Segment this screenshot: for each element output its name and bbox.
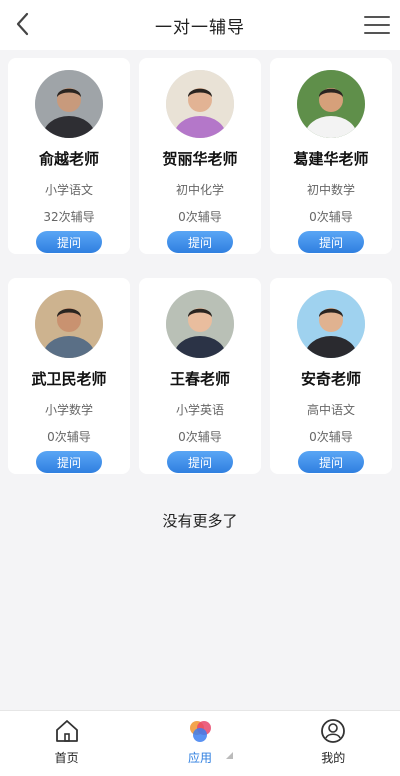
tutoring-count: 0次辅导: [309, 430, 353, 444]
teacher-avatar: [166, 290, 234, 358]
teacher-avatar: [297, 290, 365, 358]
teacher-avatar: [35, 70, 103, 138]
teacher-card[interactable]: 武卫民老师 小学数学 0次辅导 提问: [8, 278, 130, 474]
top-bar: 一对一辅导: [0, 0, 400, 50]
page-title: 一对一辅导: [155, 17, 245, 38]
home-icon: [53, 717, 81, 745]
bottom-tab-bar: 首页 应用 我的: [0, 710, 400, 776]
ask-question-button[interactable]: 提问: [298, 231, 364, 253]
teacher-subject: 小学数学: [44, 403, 93, 417]
teacher-card[interactable]: 俞越老师 小学语文 32次辅导 提问: [8, 58, 130, 254]
teacher-name: 安奇老师: [300, 370, 361, 388]
ask-question-button[interactable]: 提问: [167, 451, 233, 473]
tab-home-label: 首页: [54, 751, 79, 765]
teacher-subject: 小学语文: [44, 183, 93, 197]
no-more-text: 没有更多了: [162, 512, 238, 530]
teacher-card[interactable]: 贺丽华老师 初中化学 0次辅导 提问: [139, 58, 261, 254]
chevron-left-icon: [16, 12, 29, 36]
user-icon: [319, 717, 347, 745]
tab-apps-label: 应用: [187, 751, 212, 765]
menu-button[interactable]: [364, 12, 390, 38]
teacher-grid: 俞越老师 小学语文 32次辅导 提问 贺丽华老师 初中化学 0次辅导 提问 葛建…: [8, 58, 392, 474]
ask-question-button[interactable]: 提问: [298, 451, 364, 473]
ask-question-button[interactable]: 提问: [36, 231, 102, 253]
tutoring-count: 0次辅导: [47, 430, 91, 444]
tab-apps[interactable]: 应用: [150, 711, 250, 766]
teacher-avatar: [166, 70, 234, 138]
tab-mine[interactable]: 我的: [283, 711, 383, 766]
tutoring-count: 32次辅导: [43, 210, 95, 224]
tab-mine-label: 我的: [321, 751, 346, 765]
corner-triangle: [226, 752, 233, 759]
tab-home[interactable]: 首页: [17, 711, 117, 766]
teacher-card[interactable]: 安奇老师 高中语文 0次辅导 提问: [270, 278, 392, 474]
tutoring-count: 0次辅导: [309, 210, 353, 224]
teacher-name: 武卫民老师: [31, 370, 107, 388]
teacher-name: 王春老师: [169, 370, 230, 388]
teacher-avatar: [297, 70, 365, 138]
teacher-subject: 初中化学: [175, 183, 224, 197]
ask-question-button[interactable]: 提问: [167, 231, 233, 253]
teacher-name: 俞越老师: [38, 150, 99, 168]
teacher-subject: 小学英语: [175, 403, 224, 417]
tutoring-count: 0次辅导: [178, 430, 222, 444]
back-button[interactable]: [8, 8, 38, 40]
apps-icon: [186, 717, 214, 745]
teacher-name: 贺丽华老师: [162, 150, 238, 168]
teacher-card[interactable]: 葛建华老师 初中数学 0次辅导 提问: [270, 58, 392, 254]
menu-icon: [364, 16, 390, 18]
tutoring-count: 0次辅导: [178, 210, 222, 224]
teacher-subject: 高中语文: [306, 403, 355, 417]
ask-question-button[interactable]: 提问: [36, 451, 102, 473]
teacher-avatar: [35, 290, 103, 358]
teacher-card[interactable]: 王春老师 小学英语 0次辅导 提问: [139, 278, 261, 474]
teacher-name: 葛建华老师: [293, 150, 369, 168]
teacher-subject: 初中数学: [306, 183, 355, 197]
